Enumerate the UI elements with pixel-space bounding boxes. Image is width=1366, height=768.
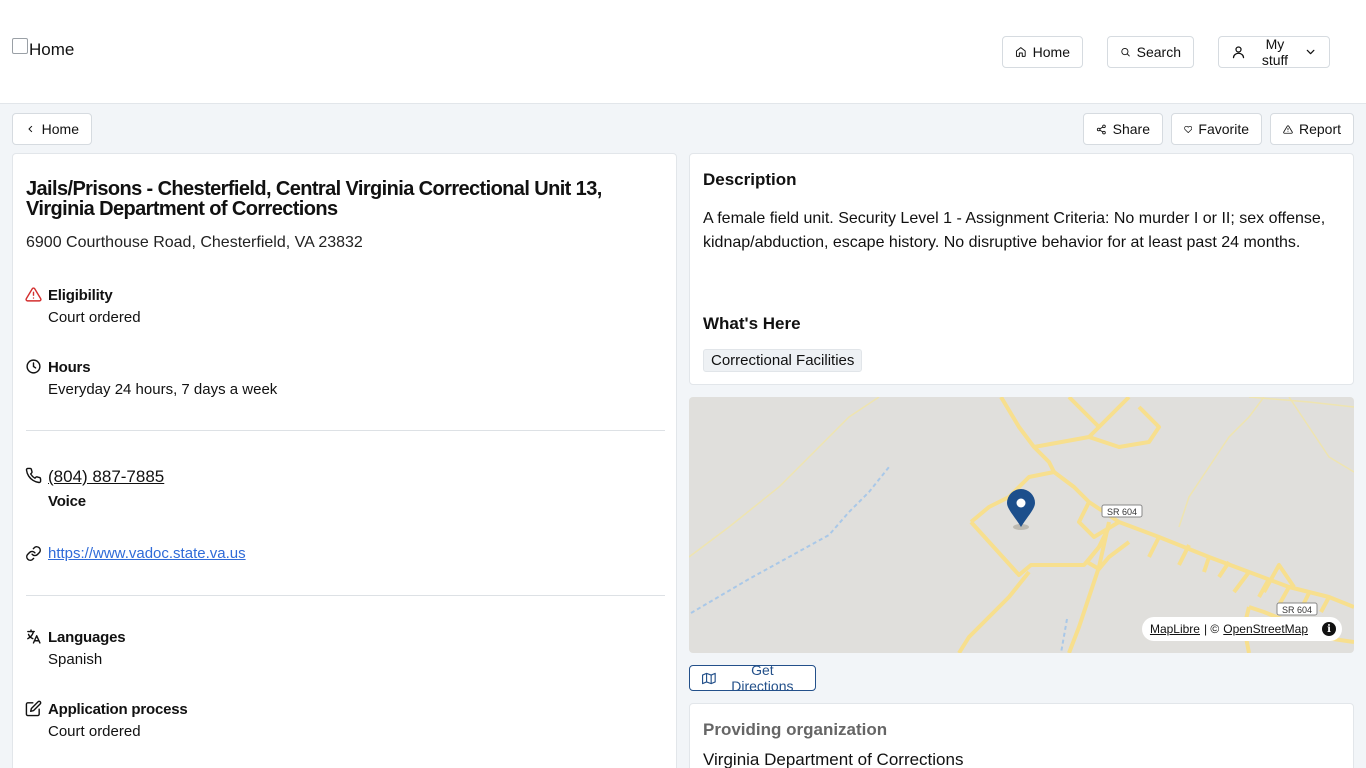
- map-icon: [702, 672, 716, 684]
- location-map[interactable]: SR 604 SR 604 MapLibre | © OpenStreetMap…: [689, 397, 1354, 653]
- service-details-card: Jails/Prisons - Chesterfield, Central Vi…: [12, 153, 677, 768]
- road-label: SR 604: [1282, 605, 1312, 615]
- hours-label: Hours: [48, 359, 91, 376]
- broken-image-icon: [12, 38, 28, 54]
- hours-value: Everyday 24 hours, 7 days a week: [48, 381, 278, 398]
- application-process-value: Court ordered: [48, 723, 141, 740]
- language-icon: [27, 629, 41, 644]
- openstreetmap-link[interactable]: OpenStreetMap: [1223, 622, 1308, 636]
- top-navigation-bar: Home Home Search My stuff: [0, 0, 1366, 104]
- whats-here-heading: What's Here: [703, 314, 801, 333]
- share-icon: [1096, 124, 1106, 134]
- nav-mystuff-label: My stuff: [1261, 36, 1289, 68]
- nav-mystuff-button[interactable]: My stuff: [1218, 36, 1330, 68]
- description-text: A female field unit. Security Level 1 - …: [703, 210, 1326, 251]
- description-heading: Description: [703, 170, 797, 189]
- report-button[interactable]: Report: [1270, 113, 1354, 145]
- nav-search-button[interactable]: Search: [1107, 36, 1194, 68]
- providing-organization-card: Providing organization Virginia Departme…: [689, 703, 1354, 768]
- home-logo-link[interactable]: Home: [12, 38, 75, 60]
- languages-value: Spanish: [48, 651, 103, 668]
- application-process-label: Application process: [48, 701, 188, 718]
- category-tag[interactable]: Correctional Facilities: [703, 349, 863, 372]
- website-link[interactable]: https://www.vadoc.state.va.us: [48, 545, 246, 562]
- chevron-down-icon: [1306, 49, 1315, 55]
- back-home-button[interactable]: Home: [12, 113, 92, 145]
- section-divider: [26, 430, 665, 431]
- organization-name-link[interactable]: Virginia Department of Corrections: [703, 750, 963, 768]
- get-directions-button[interactable]: Get Directions: [689, 662, 816, 694]
- favorite-label: Favorite: [1198, 121, 1249, 137]
- section-divider: [26, 595, 665, 596]
- get-directions-label: Get Directions: [731, 662, 794, 694]
- phone-number-link[interactable]: (804) 887-7885: [48, 467, 164, 487]
- share-label: Share: [1112, 121, 1150, 137]
- map-roads: SR 604 SR 604: [689, 397, 1354, 653]
- link-icon: [26, 546, 41, 561]
- nav-home-button[interactable]: Home: [1002, 36, 1083, 68]
- maplibre-link[interactable]: MapLibre: [1150, 622, 1200, 636]
- favorite-button[interactable]: Favorite: [1171, 113, 1262, 145]
- heart-icon: [1184, 125, 1193, 133]
- road-label: SR 604: [1107, 507, 1137, 517]
- chevron-left-icon: [28, 125, 33, 133]
- page-title: Jails/Prisons - Chesterfield, Central Vi…: [26, 178, 602, 220]
- report-label: Report: [1298, 121, 1341, 137]
- eligibility-label: Eligibility: [48, 287, 113, 304]
- clock-icon: [26, 359, 41, 374]
- providing-organization-heading: Providing organization: [703, 720, 888, 739]
- back-home-label: Home: [41, 121, 79, 137]
- location-marker-icon[interactable]: [1007, 489, 1035, 530]
- nav-home-label: Home: [1032, 44, 1070, 60]
- eligibility-value: Court ordered: [48, 309, 141, 326]
- nav-search-label: Search: [1136, 44, 1181, 60]
- edit-icon: [25, 700, 42, 717]
- warning-triangle-icon: [25, 287, 42, 302]
- info-icon[interactable]: i: [1322, 622, 1336, 636]
- phone-type-label: Voice: [48, 493, 86, 510]
- warning-icon: [1283, 124, 1293, 134]
- phone-icon: [25, 467, 42, 484]
- languages-label: Languages: [48, 629, 126, 646]
- home-icon: [1015, 47, 1026, 57]
- user-icon: [1232, 46, 1245, 59]
- attribution-separator: | ©: [1203, 622, 1220, 636]
- share-button[interactable]: Share: [1083, 113, 1163, 145]
- search-icon: [1121, 48, 1130, 57]
- description-card: Description A female field unit. Securit…: [689, 153, 1354, 385]
- map-attribution: MapLibre | © OpenStreetMap i: [1141, 617, 1342, 641]
- logo-alt-text: Home: [29, 40, 75, 59]
- service-address: 6900 Courthouse Road, Chesterfield, VA 2…: [26, 234, 363, 251]
